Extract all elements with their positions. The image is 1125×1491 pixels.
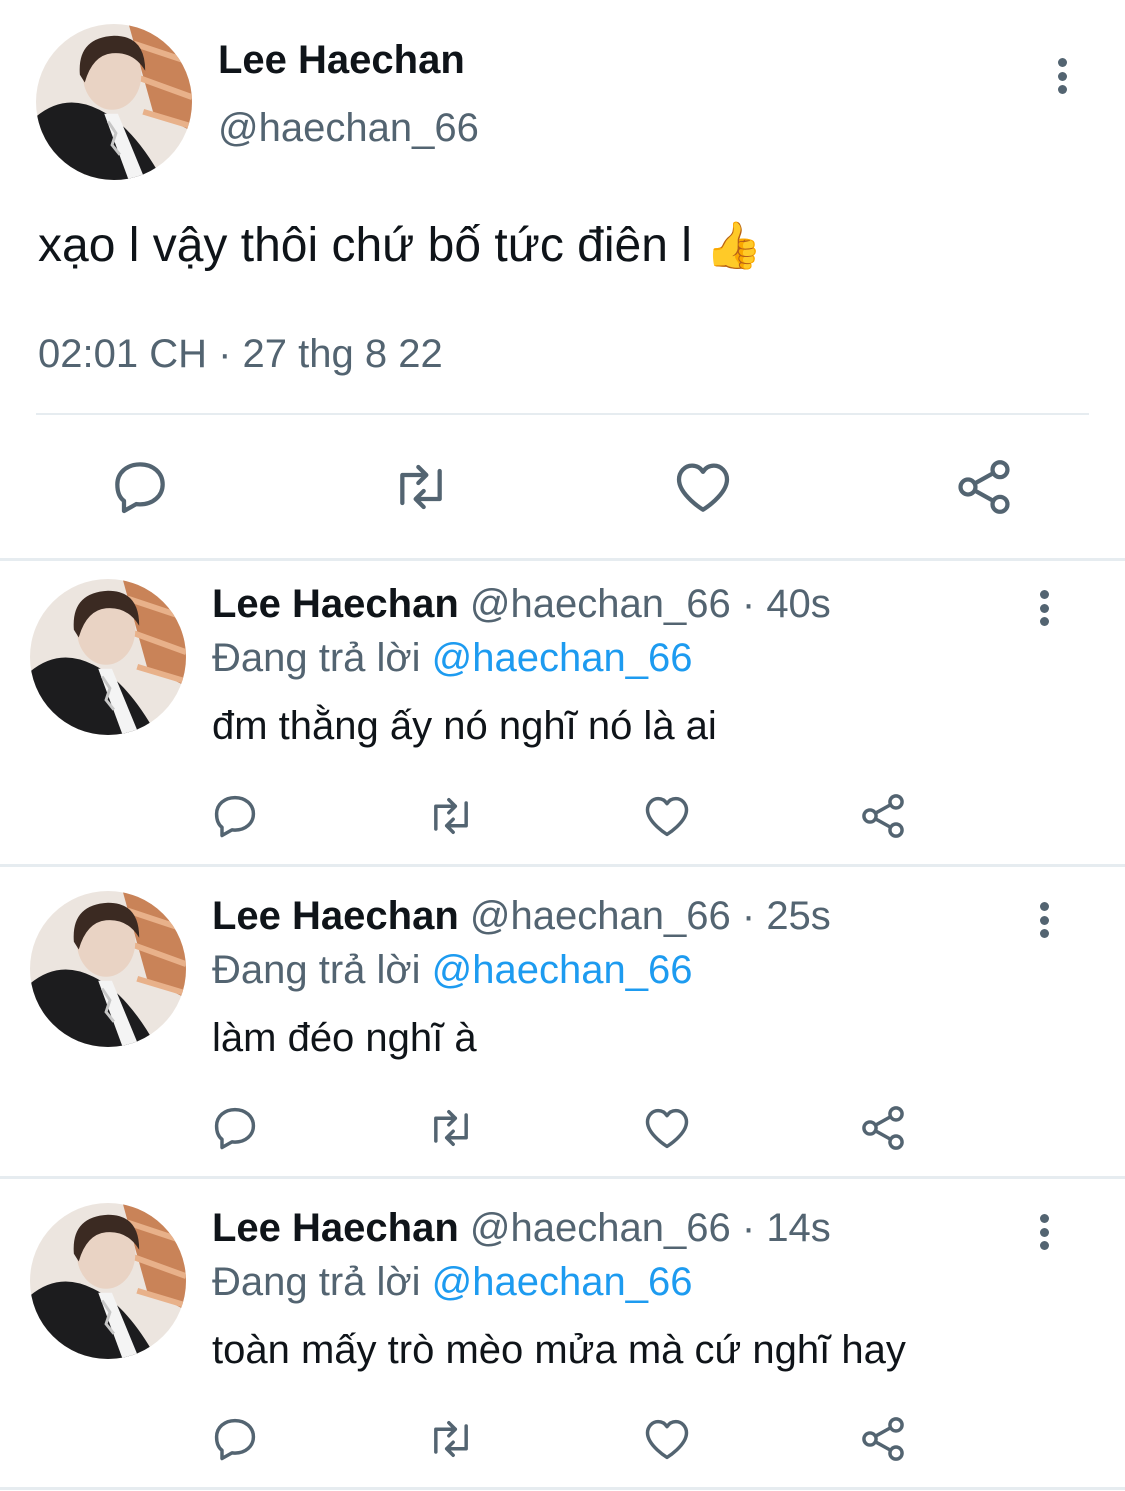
- replying-to: Đang trả lời @haechan_66: [212, 636, 693, 681]
- reply-icon[interactable]: [209, 790, 261, 842]
- reply-icon[interactable]: [209, 1413, 261, 1465]
- author-handle[interactable]: @haechan_66: [470, 582, 731, 626]
- divider: [0, 1487, 1125, 1490]
- mention-link[interactable]: @haechan_66: [432, 948, 693, 992]
- reply-header: Lee Haechan @haechan_66 · 14s: [212, 1206, 831, 1251]
- like-icon[interactable]: [641, 790, 693, 842]
- author-handle[interactable]: @haechan_66: [470, 894, 731, 938]
- reply-text: toàn mấy trò mèo mửa mà cứ nghĩ hay: [212, 1328, 906, 1372]
- tweet-timestamp: 02:01 CH · 27 thg 8 22: [38, 332, 443, 376]
- share-icon[interactable]: [857, 1413, 909, 1465]
- separator: ·: [741, 582, 756, 626]
- more-options-icon[interactable]: [1034, 586, 1054, 630]
- author-handle[interactable]: @haechan_66: [470, 1206, 731, 1250]
- like-icon[interactable]: [671, 455, 735, 519]
- reply-tweet[interactable]: Lee Haechan @haechan_66 · 25s Đang trả l…: [0, 894, 1125, 1174]
- reply-icon[interactable]: [209, 1102, 261, 1154]
- replying-prefix: Đang trả lời: [212, 636, 421, 680]
- retweet-icon[interactable]: [425, 1102, 477, 1154]
- reply-tweet[interactable]: Lee Haechan @haechan_66 · 14s Đang trả l…: [0, 1206, 1125, 1486]
- like-icon[interactable]: [641, 1413, 693, 1465]
- more-options-icon[interactable]: [1034, 898, 1054, 942]
- reply-icon[interactable]: [108, 455, 172, 519]
- thumbs-up-emoji: 👍: [705, 219, 763, 271]
- reply-header: Lee Haechan @haechan_66 · 40s: [212, 582, 831, 627]
- tweet-text: xạo l vậy thôi chứ bố tức điên l 👍: [38, 218, 763, 273]
- divider: [0, 864, 1125, 867]
- reply-time: 14s: [766, 1206, 831, 1250]
- author-name[interactable]: Lee Haechan: [212, 582, 459, 626]
- author-name[interactable]: Lee Haechan: [218, 38, 465, 83]
- replying-prefix: Đang trả lời: [212, 948, 421, 992]
- replying-to: Đang trả lời @haechan_66: [212, 1260, 693, 1305]
- replying-prefix: Đang trả lời: [212, 1260, 421, 1304]
- separator: ·: [741, 894, 756, 938]
- mention-link[interactable]: @haechan_66: [432, 636, 693, 680]
- retweet-icon[interactable]: [425, 790, 477, 842]
- more-options-icon[interactable]: [1052, 54, 1072, 98]
- avatar[interactable]: [36, 24, 192, 180]
- divider: [0, 1176, 1125, 1179]
- retweet-icon[interactable]: [389, 455, 453, 519]
- reply-text: làm đéo nghĩ à: [212, 1016, 477, 1060]
- divider: [0, 558, 1125, 561]
- share-icon[interactable]: [857, 790, 909, 842]
- author-name[interactable]: Lee Haechan: [212, 894, 459, 938]
- separator: ·: [741, 1206, 756, 1250]
- share-icon[interactable]: [952, 455, 1016, 519]
- share-icon[interactable]: [857, 1102, 909, 1154]
- reply-tweet[interactable]: Lee Haechan @haechan_66 · 40s Đang trả l…: [0, 582, 1125, 862]
- author-handle[interactable]: @haechan_66: [218, 106, 479, 151]
- reply-text: đm thằng ấy nó nghĩ nó là ai: [212, 704, 717, 748]
- mention-link[interactable]: @haechan_66: [432, 1260, 693, 1304]
- reply-time: 25s: [766, 894, 831, 938]
- reply-time: 40s: [766, 582, 831, 626]
- reply-header: Lee Haechan @haechan_66 · 25s: [212, 894, 831, 939]
- like-icon[interactable]: [641, 1102, 693, 1154]
- retweet-icon[interactable]: [425, 1413, 477, 1465]
- divider: [36, 413, 1089, 415]
- author-name[interactable]: Lee Haechan: [212, 1206, 459, 1250]
- replying-to: Đang trả lời @haechan_66: [212, 948, 693, 993]
- more-options-icon[interactable]: [1034, 1210, 1054, 1254]
- tweet-text-content: xạo l vậy thôi chứ bố tức điên l: [38, 219, 692, 272]
